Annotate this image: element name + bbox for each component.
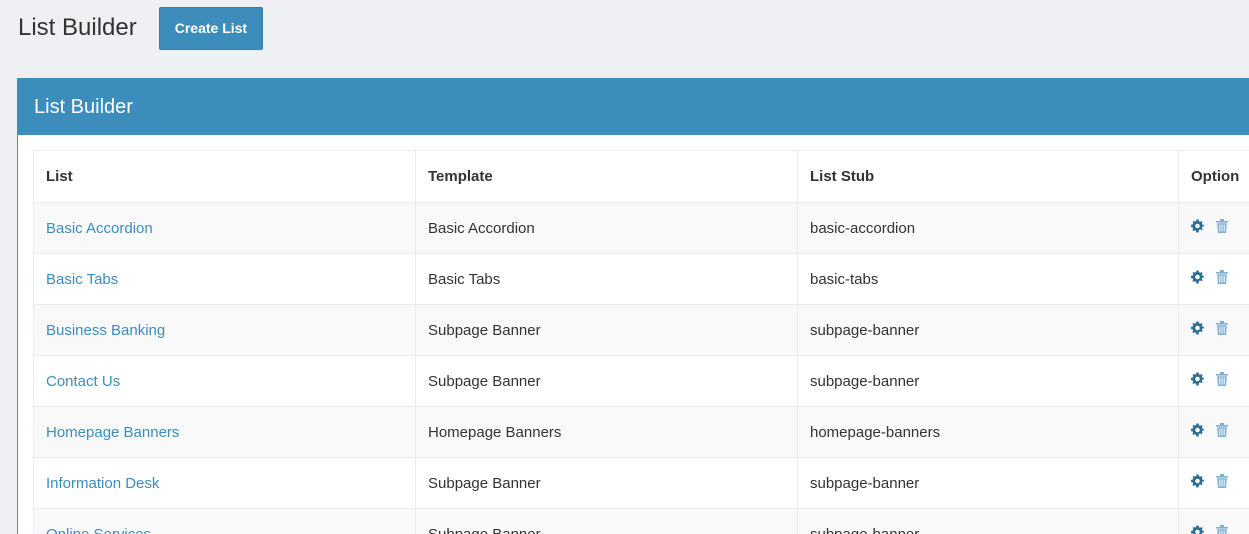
list-stub-cell: basic-accordion — [797, 202, 1179, 254]
list-cell: Basic Tabs — [33, 253, 416, 305]
list-stub-cell: subpage-banner — [797, 304, 1179, 356]
trash-icon[interactable] — [1216, 270, 1229, 284]
list-name-link[interactable]: Business Banking — [46, 322, 165, 339]
list-stub-cell: basic-tabs — [797, 253, 1179, 305]
gear-icon[interactable] — [1191, 474, 1204, 488]
template-cell: Homepage Banners — [415, 406, 798, 458]
table-row: Online Services Subpage Banner subpage-b… — [33, 508, 1249, 534]
trash-icon[interactable] — [1216, 321, 1229, 335]
column-header-list-stub: List Stub — [797, 150, 1179, 203]
list-name-link[interactable]: Contact Us — [46, 373, 120, 390]
gear-icon[interactable] — [1191, 372, 1204, 386]
gear-icon[interactable] — [1191, 321, 1204, 335]
page: List Builder Create List List Builder Li… — [0, 0, 1249, 534]
template-cell: Basic Accordion — [415, 202, 798, 254]
page-header: List Builder Create List — [18, 6, 264, 50]
column-header-option: Option — [1178, 150, 1249, 203]
options-cell — [1178, 406, 1249, 458]
options-cell — [1178, 508, 1249, 534]
trash-icon[interactable] — [1216, 372, 1229, 386]
list-cell: Basic Accordion — [33, 202, 416, 254]
table-row: Contact Us Subpage Banner subpage-banner — [33, 355, 1249, 407]
options-cell — [1178, 355, 1249, 407]
list-cell: Business Banking — [33, 304, 416, 356]
gear-icon[interactable] — [1191, 525, 1204, 534]
list-cell: Online Services — [33, 508, 416, 534]
panel-title: List Builder — [18, 79, 1249, 135]
trash-icon[interactable] — [1216, 525, 1229, 534]
options-cell — [1178, 457, 1249, 509]
list-stub-cell: subpage-banner — [797, 457, 1179, 509]
trash-icon[interactable] — [1216, 423, 1229, 437]
list-stub-cell: subpage-banner — [797, 355, 1179, 407]
create-list-button[interactable]: Create List — [158, 6, 264, 50]
options-cell — [1178, 253, 1249, 305]
list-cell: Homepage Banners — [33, 406, 416, 458]
table-row: Homepage Banners Homepage Banners homepa… — [33, 406, 1249, 458]
table-row: Basic Accordion Basic Accordion basic-ac… — [33, 202, 1249, 254]
list-cell: Information Desk — [33, 457, 416, 509]
table-row: Business Banking Subpage Banner subpage-… — [33, 304, 1249, 356]
list-name-link[interactable]: Information Desk — [46, 475, 159, 492]
template-cell: Subpage Banner — [415, 304, 798, 356]
table-row: Information Desk Subpage Banner subpage-… — [33, 457, 1249, 509]
table-row: Basic Tabs Basic Tabs basic-tabs — [33, 253, 1249, 305]
options-cell — [1178, 202, 1249, 254]
template-cell: Subpage Banner — [415, 457, 798, 509]
list-stub-cell: homepage-banners — [797, 406, 1179, 458]
list-stub-cell: subpage-banner — [797, 508, 1179, 534]
lists-table: List Template List Stub Option Basic Acc… — [33, 150, 1249, 534]
gear-icon[interactable] — [1191, 270, 1204, 284]
page-title: List Builder — [18, 14, 137, 41]
list-name-link[interactable]: Online Services — [46, 526, 151, 534]
list-name-link[interactable]: Basic Tabs — [46, 271, 118, 288]
options-cell — [1178, 304, 1249, 356]
template-cell: Basic Tabs — [415, 253, 798, 305]
table-header-row: List Template List Stub Option — [33, 150, 1249, 203]
column-header-template: Template — [415, 150, 798, 203]
trash-icon[interactable] — [1216, 219, 1229, 233]
table-wrapper: List Template List Stub Option Basic Acc… — [33, 150, 1249, 534]
list-name-link[interactable]: Homepage Banners — [46, 424, 179, 441]
list-builder-panel: List Builder List Template List Stub Opt… — [17, 78, 1249, 534]
gear-icon[interactable] — [1191, 423, 1204, 437]
template-cell: Subpage Banner — [415, 508, 798, 534]
gear-icon[interactable] — [1191, 219, 1204, 233]
list-cell: Contact Us — [33, 355, 416, 407]
column-header-list: List — [33, 150, 416, 203]
trash-icon[interactable] — [1216, 474, 1229, 488]
template-cell: Subpage Banner — [415, 355, 798, 407]
list-name-link[interactable]: Basic Accordion — [46, 220, 153, 237]
